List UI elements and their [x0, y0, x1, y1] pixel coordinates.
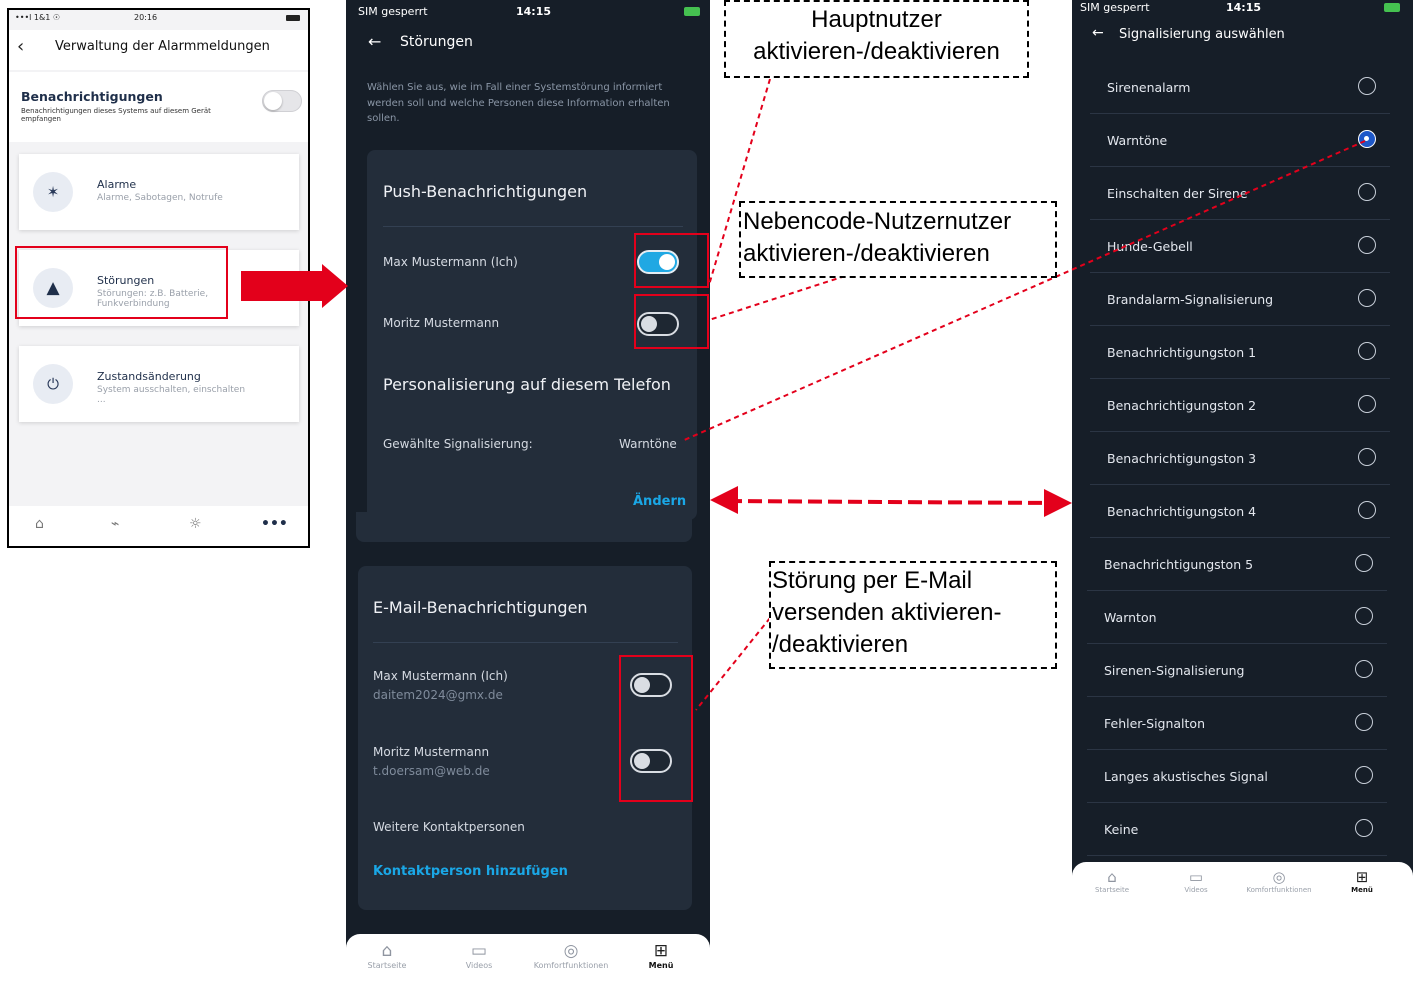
- annotation-overlay: [241, 78, 1366, 711]
- callout-line: aktivieren-/deaktivieren: [753, 38, 1000, 65]
- callout-email: Störung per E-Mail versenden aktivieren-…: [769, 561, 1057, 669]
- callout-main-user: Hauptnutzer aktivieren-/deaktivieren: [724, 0, 1029, 78]
- callout-line: Nebencode-Nutzernutzer: [743, 208, 1012, 235]
- arrow-right-icon: [1044, 489, 1072, 517]
- link-dashed-line: [727, 499, 1055, 505]
- callout-line: /deaktivieren: [772, 631, 909, 658]
- callout-line: aktivieren-/deaktivieren: [743, 240, 990, 267]
- connector-email: [695, 617, 771, 711]
- connector-signal: [681, 140, 1366, 442]
- callout-line: Störung per E-Mail: [772, 567, 973, 594]
- callout-line: Hauptnutzer: [811, 6, 942, 33]
- connector-sub-user: [708, 275, 846, 321]
- callout-line: versenden aktivieren-: [772, 599, 1002, 626]
- callout-sub-user: Nebencode-Nutzernutzer aktivieren-/deakt…: [739, 201, 1057, 278]
- arrow-left-icon: [710, 486, 738, 514]
- right-arrow-icon: [241, 264, 348, 308]
